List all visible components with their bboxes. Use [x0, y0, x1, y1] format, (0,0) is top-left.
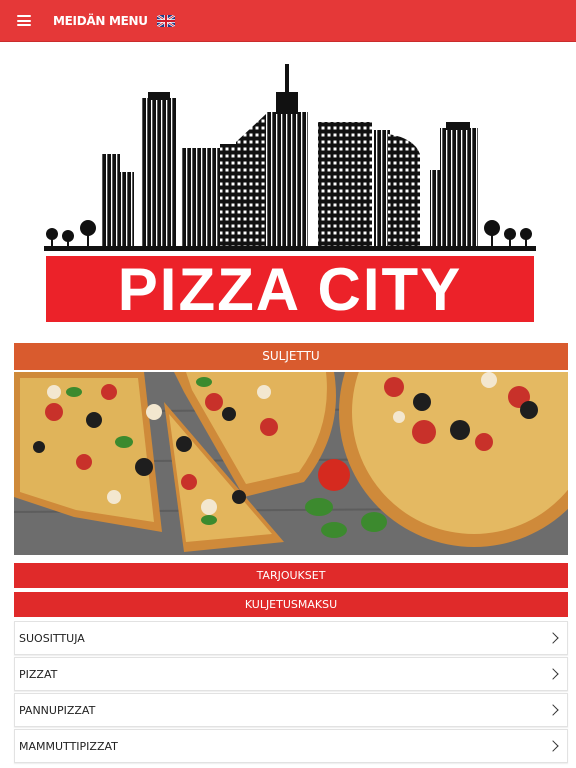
offers-button[interactable]: TARJOUKSET — [14, 563, 568, 588]
chevron-right-icon — [547, 668, 559, 680]
uk-flag-icon[interactable] — [156, 14, 175, 27]
category-label: SUOSITTUJA — [19, 631, 85, 645]
category-item-pannupizzat[interactable]: PANNUPIZZAT — [14, 693, 568, 727]
menu-title: MEIDÄN MENU — [53, 13, 148, 28]
category-label: PIZZAT — [19, 667, 58, 681]
top-app-bar: MEIDÄN MENU — [0, 0, 576, 42]
category-item-mammuttipizzat[interactable]: MAMMUTTIPIZZAT — [14, 729, 568, 763]
category-item-suosittuja[interactable]: SUOSITTUJA — [14, 621, 568, 655]
hamburger-icon[interactable] — [17, 13, 31, 29]
chevron-right-icon — [547, 704, 559, 716]
category-item-pizzat[interactable]: PIZZAT — [14, 657, 568, 691]
pizza-city-logo: PIZZA CITY — [44, 62, 536, 324]
category-list: SUOSITTUJA PIZZAT PANNUPIZZAT MAMMUTTIPI… — [14, 621, 568, 765]
chevron-right-icon — [547, 740, 559, 752]
logo-text: PIZZA CITY — [118, 256, 462, 323]
skyline-graphic — [44, 64, 536, 251]
status-closed-bar: SULJETTU — [14, 343, 568, 370]
delivery-fee-button[interactable]: KULJETUSMAKSU — [14, 592, 568, 617]
hero-pizza-image — [14, 372, 568, 555]
category-label: PANNUPIZZAT — [19, 703, 96, 717]
category-label: MAMMUTTIPIZZAT — [19, 739, 118, 753]
chevron-right-icon — [547, 632, 559, 644]
